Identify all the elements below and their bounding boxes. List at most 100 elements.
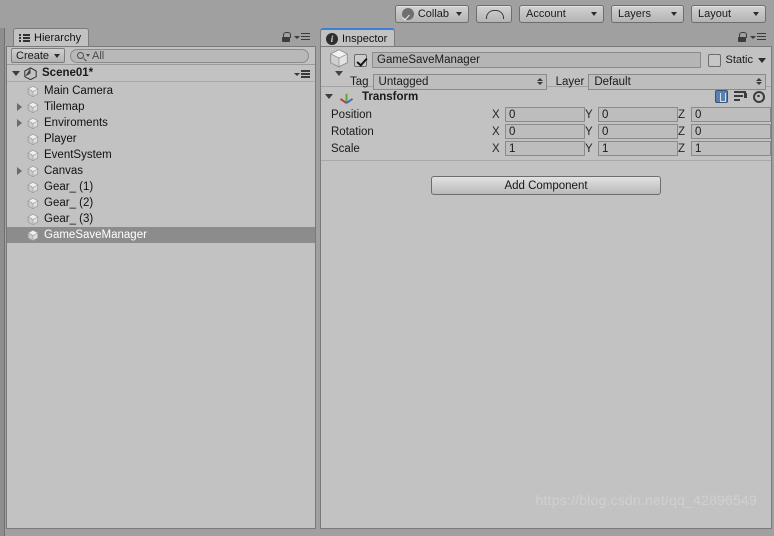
watermark-text: https://blog.csdn.net/qq_42896549 (535, 492, 757, 508)
axis-label-y: Y (585, 108, 593, 121)
hierarchy-item-canvas[interactable]: Canvas (7, 163, 315, 179)
scene-row[interactable]: Scene01* (7, 65, 315, 82)
static-toggle-group[interactable]: Static (708, 53, 766, 67)
layers-button[interactable]: Layers (611, 5, 684, 23)
search-value: All (92, 49, 105, 62)
axis-label-x: X (492, 108, 500, 121)
transform-tools (715, 90, 765, 103)
axis-label-y: Y (585, 142, 593, 155)
hierarchy-item-gear-1[interactable]: Gear_ (1) (7, 179, 315, 195)
tab-hierarchy-label: Hierarchy (34, 32, 82, 44)
layers-label: Layers (618, 8, 652, 20)
object-enabled-checkbox[interactable] (354, 53, 367, 67)
gameobject-icon[interactable] (326, 47, 352, 76)
rotation-x-input[interactable]: 0 (505, 124, 585, 139)
axis-group-y: Y0 (585, 124, 678, 139)
hierarchy-item-tilemap[interactable]: Tilemap (7, 99, 315, 115)
collab-button[interactable]: Collab (394, 5, 469, 23)
position-x-input[interactable]: 0 (505, 107, 585, 122)
hierarchy-toolbar: Create All (7, 47, 315, 65)
add-component-button[interactable]: Add Component (431, 176, 661, 195)
transform-row-label: Scale (331, 142, 360, 155)
hierarchy-item-player[interactable]: Player (7, 131, 315, 147)
inspector-info-icon: i (326, 32, 338, 45)
position-y-input[interactable]: 0 (598, 107, 678, 122)
search-input[interactable]: All (70, 48, 309, 63)
hierarchy-item-eventsystem[interactable]: EventSystem (7, 147, 315, 163)
static-checkbox[interactable] (708, 53, 722, 67)
tab-inspector[interactable]: i Inspector (320, 28, 396, 47)
hierarchy-item-gear-3[interactable]: Gear_ (3) (7, 211, 315, 227)
gameobject-cube-icon (26, 180, 40, 194)
lock-icon[interactable] (281, 32, 291, 42)
axis-group-z: Z1 (678, 141, 771, 156)
axis-label-z: Z (678, 108, 686, 121)
main-toolbar: Collab Account Layers Layout (0, 0, 774, 28)
hierarchy-item-gear-2[interactable]: Gear_ (2) (7, 195, 315, 211)
hierarchy-item-main-camera[interactable]: Main Camera (7, 83, 315, 99)
chevron-right-icon[interactable] (13, 167, 26, 175)
updown-arrows-icon (536, 77, 543, 86)
chevron-right-icon[interactable] (13, 119, 26, 127)
inspector-tabrow: i Inspector (320, 28, 772, 47)
scale-y-input[interactable]: 1 (598, 141, 678, 156)
cloud-icon (486, 9, 504, 19)
transform-row-scale: Scale X 1 Y 1 Z 1 (321, 140, 771, 157)
object-name-value: GameSaveManager (377, 54, 480, 66)
rotation-y-input[interactable]: 0 (598, 124, 678, 139)
scale-x-input[interactable]: 1 (505, 141, 585, 156)
hierarchy-item-label: Gear_ (1) (44, 181, 94, 193)
transform-title: Transform (362, 90, 419, 103)
gameobject-cube-icon (26, 164, 40, 178)
hierarchy-item-enviroments[interactable]: Enviroments (7, 115, 315, 131)
position-z-input[interactable]: 0 (691, 107, 771, 122)
value: 1 (695, 142, 702, 155)
chevron-down-icon (335, 71, 343, 76)
gameobject-cube-icon (26, 196, 40, 210)
preset-icon[interactable] (734, 91, 747, 102)
hierarchy-item-label: GameSaveManager (44, 229, 147, 241)
tab-hierarchy[interactable]: Hierarchy (13, 28, 90, 47)
chevron-down-icon[interactable] (758, 57, 766, 63)
object-name-field[interactable]: GameSaveManager (372, 52, 702, 68)
scale-z-input[interactable]: 1 (691, 141, 771, 156)
hierarchy-item-label: Tilemap (44, 101, 85, 113)
scene-menu-icon[interactable] (293, 70, 310, 79)
add-component-label: Add Component (504, 179, 588, 192)
chevron-down-icon (753, 12, 759, 16)
unity-scene-icon (24, 66, 37, 80)
transform-component: Transform Position X 0 Y 0 Z 0 Rotation X 0 Y 0 Z 0 Sc… (321, 87, 771, 161)
panel-menu-icon[interactable] (293, 32, 310, 42)
hierarchy-item-gamesavemanager[interactable]: GameSaveManager (7, 227, 315, 243)
hierarchy-item-label: EventSystem (44, 149, 112, 161)
layout-button[interactable]: Layout (691, 5, 766, 23)
inspector-object-header: GameSaveManager Static Tag Untagged Laye… (321, 47, 771, 90)
tag-label: Tag (350, 75, 369, 88)
gameobject-cube-icon (26, 148, 40, 162)
value: 0 (695, 108, 702, 121)
chevron-right-icon[interactable] (13, 103, 26, 111)
axis-group-z: Z0 (678, 124, 771, 139)
axis-label-x: X (492, 125, 500, 138)
tab-inspector-label: Inspector (342, 32, 388, 45)
transform-row-rotation: Rotation X 0 Y 0 Z 0 (321, 123, 771, 140)
rotation-z-input[interactable]: 0 (691, 124, 771, 139)
layout-label: Layout (698, 8, 732, 20)
book-help-icon[interactable] (715, 90, 728, 103)
chevron-down-icon (86, 54, 91, 57)
inspector-panel: GameSaveManager Static Tag Untagged Laye… (320, 32, 772, 529)
value: 0 (602, 125, 609, 138)
lock-icon[interactable] (737, 32, 747, 42)
account-button[interactable]: Account (519, 5, 604, 23)
cloud-services-button[interactable] (476, 5, 512, 23)
panel-menu-icon[interactable] (749, 32, 766, 42)
axis-group-z: Z0 (678, 107, 771, 122)
chevron-down-icon[interactable] (325, 94, 333, 99)
transform-header[interactable]: Transform (321, 87, 771, 106)
create-button[interactable]: Create (11, 48, 66, 63)
chevron-down-icon[interactable] (12, 70, 20, 76)
gear-icon[interactable] (753, 90, 765, 103)
transform-axis-icon (339, 90, 354, 104)
hierarchy-icon (19, 33, 30, 43)
updown-arrows-icon (756, 77, 762, 86)
